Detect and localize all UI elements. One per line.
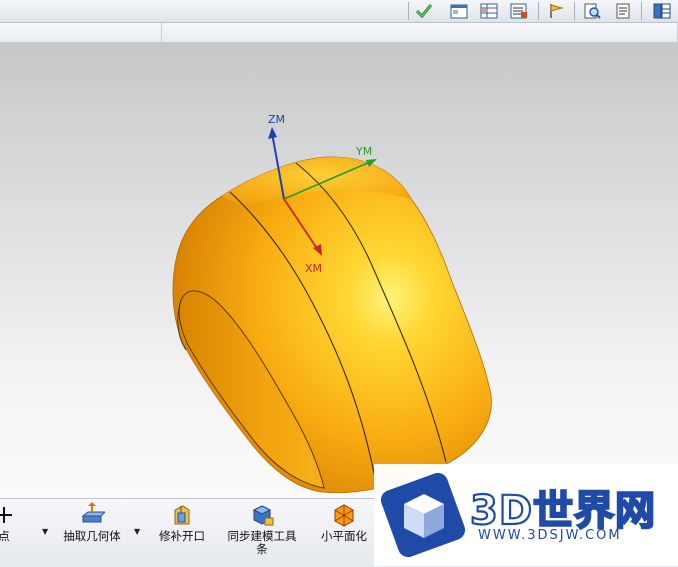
sync-modeling-icon [252,505,274,526]
patch-opening-button[interactable]: 修补开口 [152,499,212,543]
document-magnify-icon[interactable] [582,1,602,20]
window-icon[interactable] [449,1,469,20]
facet-button[interactable]: 小平面化 [316,499,372,543]
check-icon[interactable] [414,1,434,20]
dropdown-arrow-icon[interactable]: ▼ [42,527,48,536]
dropdown-arrow-icon[interactable]: ▼ [134,527,140,536]
watermark-logo-icon [380,472,466,558]
extract-geometry-button[interactable]: 抽取几何体 [58,499,126,543]
sync-modeling-label: 同步建模工具条 [227,529,297,556]
toolbar-separator [641,2,642,20]
watermark-url: WWW.3DSJW.COM [478,528,622,543]
toolbar-separator [538,2,539,20]
x-axis-label: XM [305,262,322,275]
y-axis-label: YM [355,145,372,158]
extract-geometry-icon [81,502,105,523]
grid-icon[interactable] [652,1,672,20]
top-toolbar [0,0,678,23]
point-button[interactable]: 点 [0,499,16,543]
list-icon[interactable] [509,1,529,20]
tab-slot[interactable] [162,23,678,42]
tab-slot[interactable] [0,23,162,42]
page-icon[interactable] [613,1,633,20]
graphics-viewport[interactable]: ZM YM XM [0,43,678,498]
toolbar-separator [408,2,409,20]
z-axis-arrowhead [268,127,277,139]
facet-icon [334,504,354,527]
plus-icon [0,507,12,523]
flag-icon[interactable] [546,1,566,20]
table-icon[interactable] [479,1,499,20]
model-render: ZM YM XM [172,113,492,494]
extract-geometry-label: 抽取几何体 [63,529,121,543]
point-label: 点 [0,529,10,543]
toolbar-separator [574,2,575,20]
patch-opening-icon [174,505,190,525]
watermark: 3D世界网 WWW.3DSJW.COM [374,464,678,566]
tab-strip [0,23,678,43]
facet-label: 小平面化 [321,529,367,543]
z-axis-label: ZM [268,113,285,126]
patch-opening-label: 修补开口 [159,529,205,543]
sync-modeling-button[interactable]: 同步建模工具条 [222,499,302,556]
